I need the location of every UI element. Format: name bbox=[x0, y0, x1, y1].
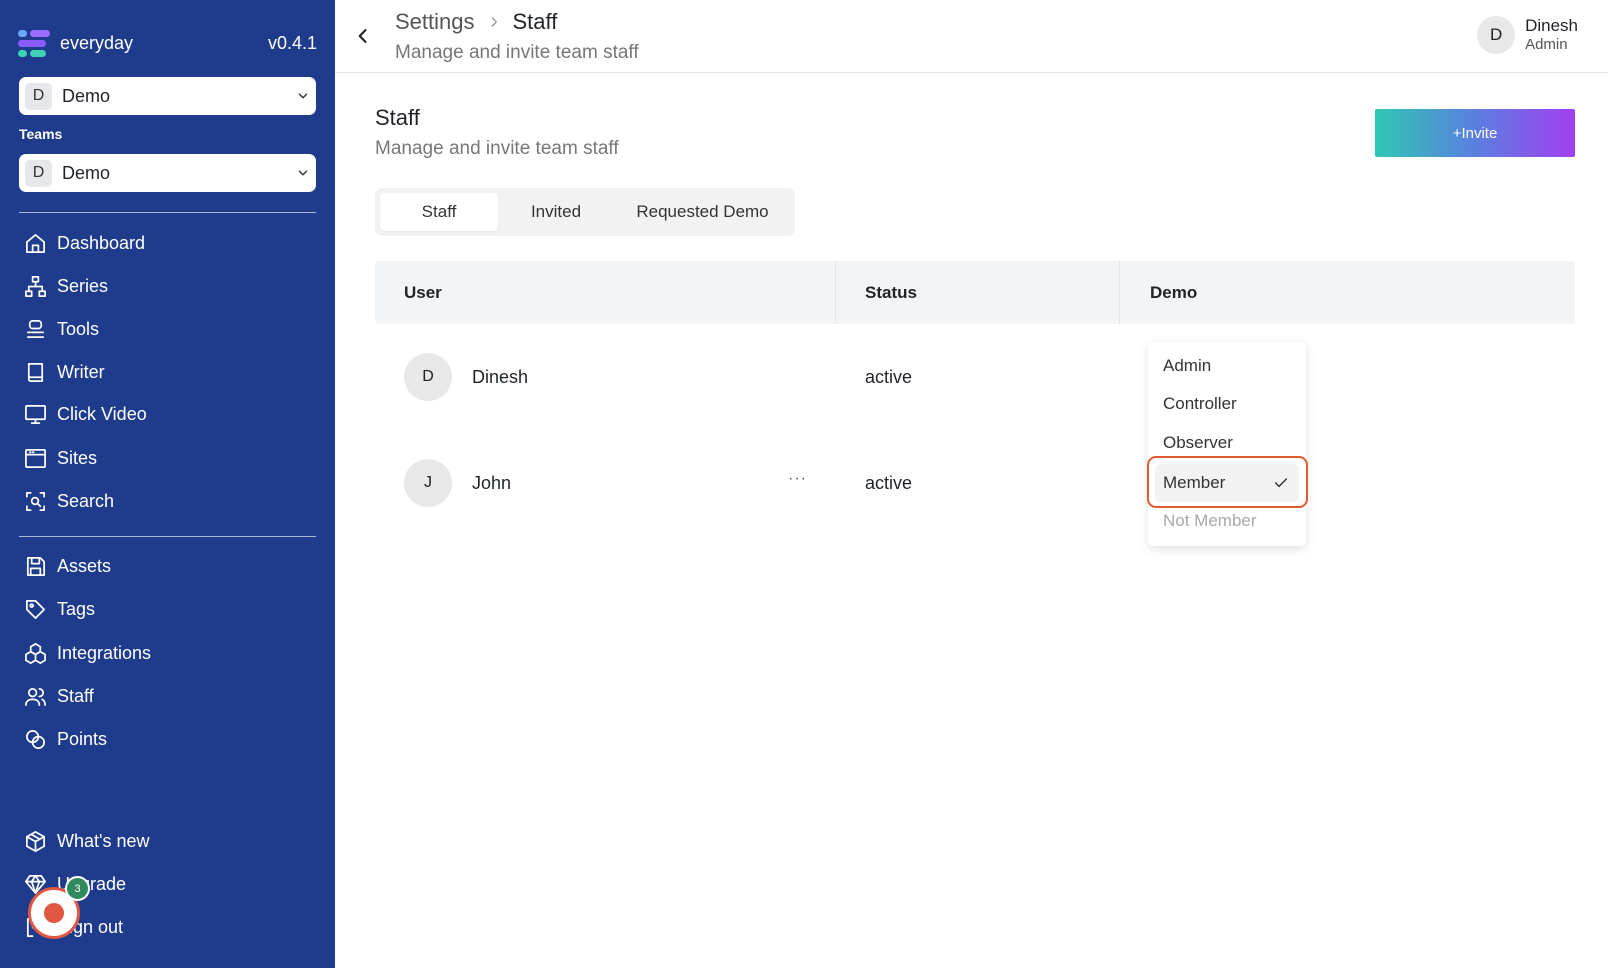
sidebar-item-label: Click Video bbox=[57, 403, 147, 424]
org-select-label: Demo bbox=[62, 85, 111, 106]
chevron-right-icon bbox=[491, 17, 497, 27]
more-options-icon[interactable]: ··· bbox=[788, 470, 807, 488]
role-option-observer[interactable]: Observer bbox=[1163, 433, 1233, 453]
team-select-label: Demo bbox=[62, 162, 111, 183]
package-icon bbox=[26, 830, 45, 852]
sidebar-item-label: Sites bbox=[57, 447, 98, 468]
breadcrumb: Settings Staff bbox=[395, 9, 557, 35]
sidebar-item-label: Points bbox=[57, 728, 108, 749]
home-icon bbox=[26, 233, 45, 253]
column-divider bbox=[835, 261, 836, 324]
sidebar-item-tags[interactable]: Tags bbox=[24, 594, 95, 624]
sidebar-item-label: Series bbox=[57, 275, 109, 296]
sidebar-divider bbox=[19, 212, 316, 213]
status-label: active bbox=[865, 473, 913, 493]
sidebar-item-label: Writer bbox=[57, 361, 105, 382]
page-subtitle: Manage and invite team staff bbox=[375, 138, 619, 159]
boxes-icon bbox=[25, 642, 46, 664]
teams-label: Teams bbox=[19, 126, 63, 142]
sidebar-item-dashboard[interactable]: Dashboard bbox=[24, 228, 145, 258]
role-option-not-member: Not Member bbox=[1163, 511, 1257, 530]
tab-requested-demo[interactable]: Requested Demo bbox=[615, 193, 790, 231]
user-role: Admin bbox=[1525, 36, 1568, 54]
sidebar-item-sites[interactable]: Sites bbox=[24, 443, 97, 473]
table-row: D Dinesh active bbox=[375, 324, 1575, 430]
sidebar-item-label: Dashboard bbox=[57, 232, 146, 253]
sidebar-item-search[interactable]: Search bbox=[24, 486, 114, 516]
sidebar-item-label: Search bbox=[57, 490, 115, 511]
save-icon bbox=[26, 556, 45, 576]
user-name: Dinesh bbox=[472, 367, 529, 387]
sidebar-item-label: What's new bbox=[57, 830, 150, 851]
sidebar-item-label: Staff bbox=[57, 685, 94, 706]
column-divider bbox=[1119, 261, 1120, 324]
sidebar-item-series[interactable]: Series bbox=[24, 271, 108, 301]
team-select[interactable]: D Demo bbox=[19, 154, 316, 192]
sidebar-item-label: Assets bbox=[57, 555, 112, 576]
avatar: D bbox=[1477, 16, 1516, 55]
sidebar-item-integrations[interactable]: Integrations bbox=[24, 638, 151, 668]
column-header-demo: Demo bbox=[1150, 282, 1198, 302]
brand-name: everyday bbox=[60, 32, 134, 53]
tag-icon bbox=[26, 599, 45, 619]
column-header-status: Status bbox=[865, 282, 917, 302]
sidebar-item-click-video[interactable]: Click Video bbox=[24, 399, 147, 429]
table-row: J John ··· active bbox=[375, 430, 1575, 536]
breadcrumb-settings[interactable]: Settings bbox=[395, 9, 475, 35]
team-avatar: D bbox=[25, 159, 52, 187]
sidebar-item-writer[interactable]: Writer bbox=[24, 357, 105, 387]
sidebar-item-tools[interactable]: Tools bbox=[24, 314, 99, 344]
sidebar-item-label: Tags bbox=[57, 598, 96, 619]
scan-search-icon bbox=[26, 491, 45, 511]
avatar: D bbox=[404, 353, 452, 401]
page-title: Staff bbox=[375, 105, 420, 130]
stack-icon bbox=[26, 319, 45, 338]
coins-icon bbox=[26, 729, 45, 749]
browser-icon bbox=[25, 448, 46, 468]
user-menu[interactable]: D Dinesh Admin bbox=[1477, 16, 1578, 55]
sidebar-item-assets[interactable]: Assets bbox=[24, 551, 111, 581]
brand[interactable]: everyday bbox=[18, 28, 133, 58]
sidebar-item-label: Integrations bbox=[57, 642, 152, 663]
avatar: J bbox=[404, 459, 452, 507]
back-arrow-icon[interactable] bbox=[353, 26, 373, 46]
sidebar-divider bbox=[19, 536, 316, 537]
book-icon bbox=[27, 362, 44, 382]
staff-table: User Status Demo D Dinesh active J John … bbox=[375, 261, 1575, 536]
invite-button[interactable]: +Invite bbox=[1375, 109, 1575, 157]
chevron-down-icon bbox=[298, 93, 308, 99]
role-option-admin[interactable]: Admin bbox=[1163, 356, 1211, 376]
org-select[interactable]: D Demo bbox=[19, 77, 316, 115]
tab-bar: Staff Invited Requested Demo bbox=[375, 188, 795, 236]
table-header: User Status Demo bbox=[375, 261, 1575, 324]
column-header-user: User bbox=[404, 282, 442, 302]
monitor-icon bbox=[25, 404, 46, 424]
users-icon bbox=[25, 687, 46, 706]
hierarchy-icon bbox=[25, 275, 46, 297]
version-label: v0.4.1 bbox=[267, 33, 317, 53]
sidebar-item-whats-new[interactable]: What's new bbox=[24, 826, 149, 856]
notification-badge: 3 bbox=[65, 876, 90, 901]
chevron-down-icon bbox=[298, 170, 308, 176]
role-option-controller[interactable]: Controller bbox=[1163, 394, 1237, 414]
user-name: Dinesh bbox=[1525, 16, 1578, 35]
tab-staff[interactable]: Staff bbox=[380, 193, 498, 231]
role-dropdown-menu: Admin Controller Observer Member Not Mem… bbox=[1148, 342, 1306, 546]
status-label: active bbox=[865, 367, 913, 387]
sidebar: everyday v0.4.1 D Demo Teams D Demo Dash… bbox=[0, 0, 335, 968]
everyday-logo-icon bbox=[18, 28, 52, 58]
org-avatar: D bbox=[25, 82, 52, 110]
sidebar-item-staff[interactable]: Staff bbox=[24, 681, 94, 711]
sidebar-item-label: Tools bbox=[57, 318, 100, 339]
record-dot-icon bbox=[44, 903, 64, 923]
breadcrumb-staff: Staff bbox=[512, 9, 558, 34]
user-name: John bbox=[472, 473, 512, 493]
header-subtitle: Manage and invite team staff bbox=[395, 42, 639, 63]
sidebar-item-points[interactable]: Points bbox=[24, 724, 107, 754]
tab-invited[interactable]: Invited bbox=[501, 193, 611, 231]
top-header: Settings Staff Manage and invite team st… bbox=[335, 0, 1608, 73]
selection-highlight bbox=[1147, 456, 1308, 508]
